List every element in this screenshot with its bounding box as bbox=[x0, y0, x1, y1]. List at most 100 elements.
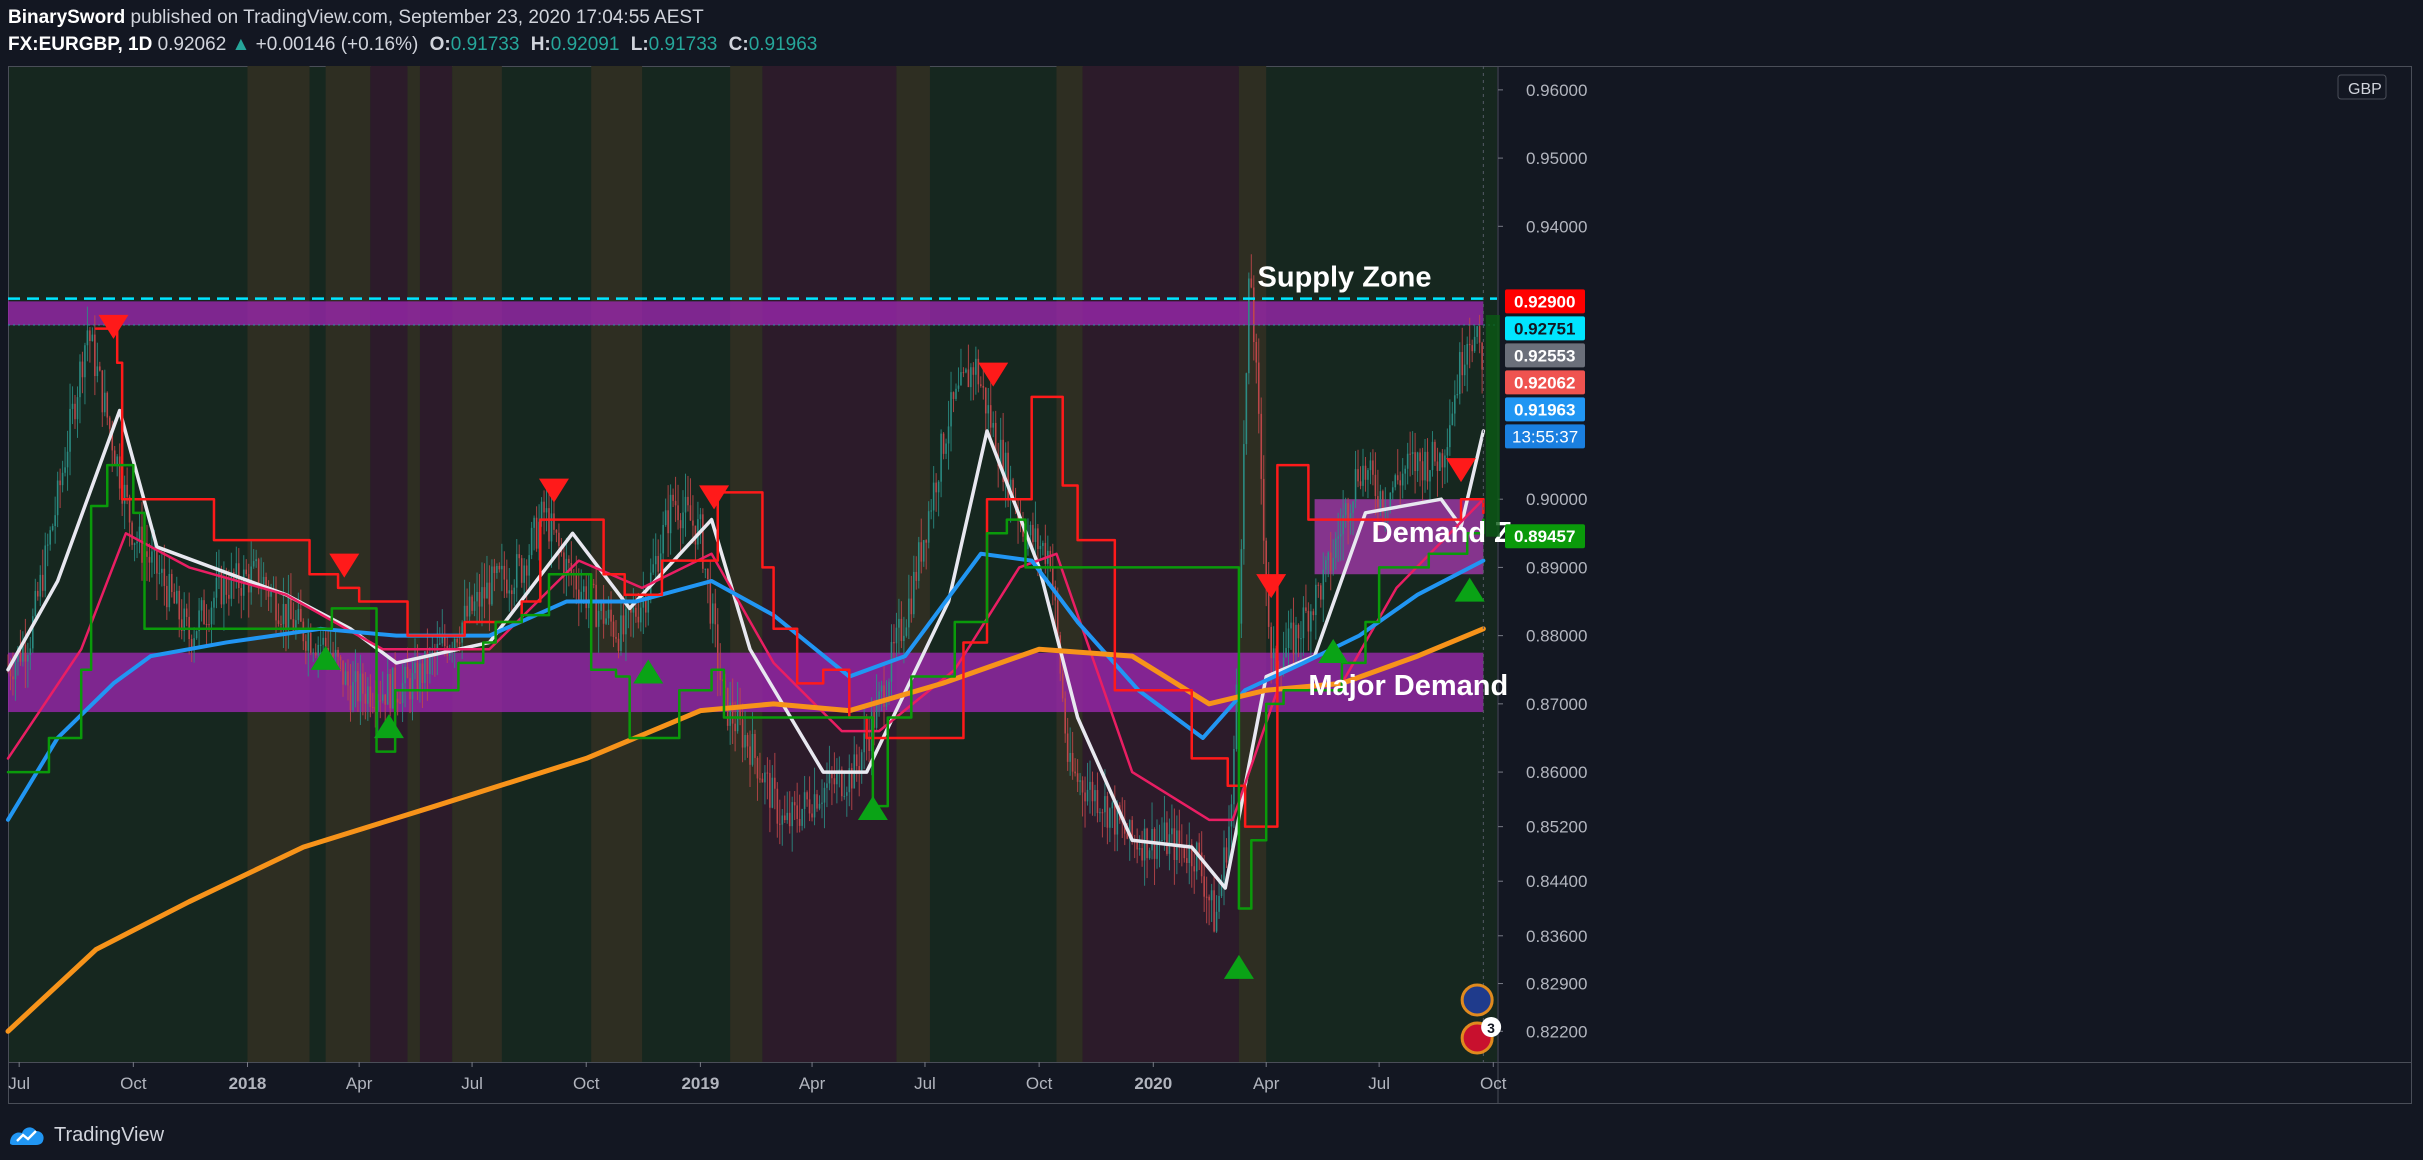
eu-flag-icon[interactable] bbox=[1460, 983, 1494, 1017]
candle-body bbox=[118, 456, 121, 489]
candle-body bbox=[932, 482, 935, 511]
price-tick-label: 0.88000 bbox=[1526, 627, 1587, 646]
candle-body bbox=[79, 361, 81, 398]
candle-body bbox=[81, 361, 84, 378]
candle-body bbox=[515, 554, 518, 588]
regime-background-purple bbox=[419, 66, 453, 1062]
candle-body bbox=[168, 573, 171, 608]
candle-body bbox=[1049, 550, 1052, 569]
candle-body bbox=[1042, 542, 1044, 546]
candle-body bbox=[1089, 781, 1091, 790]
candle-body bbox=[486, 582, 488, 599]
candle-body bbox=[151, 551, 153, 563]
candle-body bbox=[1104, 796, 1106, 813]
price-tick-label: 0.86000 bbox=[1526, 763, 1587, 782]
price-axis[interactable]: 0.82200 0.82900 0.83600 0.84400 0.85200 0.860… bbox=[1498, 74, 2387, 1041]
candle-body bbox=[868, 738, 870, 751]
regime-background-olive bbox=[730, 66, 763, 1062]
candle-body bbox=[910, 598, 913, 615]
candle-body bbox=[615, 636, 617, 639]
candle-body bbox=[761, 778, 764, 783]
candle-body bbox=[1396, 475, 1399, 481]
candle-body bbox=[992, 422, 995, 428]
candle-body bbox=[677, 505, 679, 521]
candle-body bbox=[754, 733, 756, 758]
price-chart[interactable]: Supply ZoneDemand ZoneMajor Demand0.8220… bbox=[0, 0, 2423, 1160]
regime-background-olive bbox=[591, 66, 643, 1062]
candle-body bbox=[1377, 496, 1379, 508]
candle-body bbox=[1248, 278, 1250, 374]
candle-body bbox=[679, 520, 682, 529]
annotation-supply-zone[interactable]: Supply Zone bbox=[1258, 261, 1432, 293]
time-tick-label: 2018 bbox=[229, 1074, 267, 1093]
candle-body bbox=[1037, 528, 1039, 550]
candle-body bbox=[736, 708, 739, 732]
candle-body bbox=[223, 577, 225, 605]
candle-body bbox=[1240, 549, 1243, 624]
candle-body bbox=[970, 367, 972, 388]
candle-body bbox=[1079, 780, 1081, 782]
candle-body bbox=[945, 443, 947, 454]
candle-body bbox=[1478, 326, 1481, 343]
candle-body bbox=[163, 568, 166, 586]
candle-body bbox=[975, 358, 977, 375]
candle-body bbox=[24, 644, 27, 662]
candle-body bbox=[1225, 847, 1228, 863]
brand-name[interactable]: TradingView bbox=[54, 1124, 164, 1147]
candle-body bbox=[1439, 453, 1441, 471]
time-tick-label: Oct bbox=[1480, 1074, 1507, 1093]
candle-body bbox=[806, 792, 808, 800]
supply-band[interactable] bbox=[8, 301, 1484, 326]
candle-body bbox=[555, 529, 558, 533]
candle-body bbox=[275, 589, 277, 621]
candle-body bbox=[71, 403, 74, 409]
candle-body bbox=[654, 556, 657, 565]
candle-body bbox=[987, 405, 990, 414]
candle-body bbox=[878, 691, 880, 700]
price-label: 0.92062 bbox=[1514, 373, 1575, 392]
candle-body bbox=[1401, 473, 1404, 486]
candle-body bbox=[632, 607, 635, 613]
candle-body bbox=[1086, 789, 1089, 802]
tradingview-logo-icon[interactable] bbox=[8, 1123, 46, 1147]
candle-body bbox=[811, 813, 813, 818]
candle-body bbox=[488, 582, 491, 605]
candle-body bbox=[367, 686, 369, 704]
candle-body bbox=[903, 635, 905, 641]
candle-body bbox=[550, 513, 553, 542]
candle-body bbox=[1032, 524, 1034, 542]
candle-body bbox=[818, 803, 821, 809]
candle-body bbox=[503, 565, 506, 580]
candle-body bbox=[672, 494, 674, 501]
candle-body bbox=[314, 652, 317, 656]
candle-body bbox=[1262, 478, 1265, 541]
candle-body bbox=[1295, 624, 1297, 655]
candle-body bbox=[1322, 569, 1325, 600]
time-axis[interactable]: Jul Oct 2018 Apr Jul Oct 2019 Apr Jul Oct 2020 Apr J… bbox=[8, 1062, 1507, 1093]
candle-body bbox=[1302, 607, 1305, 639]
candle-body bbox=[297, 608, 300, 621]
candle-body bbox=[1391, 487, 1394, 493]
price-label: 0.92751 bbox=[1514, 319, 1575, 338]
candle-body bbox=[518, 554, 521, 559]
candle-body bbox=[1312, 611, 1315, 616]
price-tick-label: 0.83600 bbox=[1526, 927, 1587, 946]
candle-body bbox=[510, 590, 513, 595]
price-labels[interactable]: 0.92900 0.92751 0.92553 0.92062 0.91963 13:55… bbox=[1505, 289, 1585, 549]
candle-body bbox=[1394, 475, 1397, 488]
candle-body bbox=[468, 596, 471, 617]
candle-body bbox=[1300, 638, 1302, 640]
candle-body bbox=[287, 598, 290, 629]
candle-body bbox=[354, 671, 357, 682]
candle-body bbox=[980, 384, 982, 386]
annotation-major-demand[interactable]: Major Demand bbox=[1308, 670, 1508, 702]
candle-body bbox=[1076, 773, 1079, 782]
price-tick-label: 0.95000 bbox=[1526, 149, 1587, 168]
candle-body bbox=[161, 568, 163, 573]
candle-body bbox=[372, 706, 374, 708]
candle-body bbox=[1250, 278, 1253, 288]
candle-body bbox=[1454, 395, 1456, 414]
candle-body bbox=[203, 600, 205, 625]
candle-body bbox=[1143, 828, 1146, 861]
candle-body bbox=[416, 662, 419, 693]
